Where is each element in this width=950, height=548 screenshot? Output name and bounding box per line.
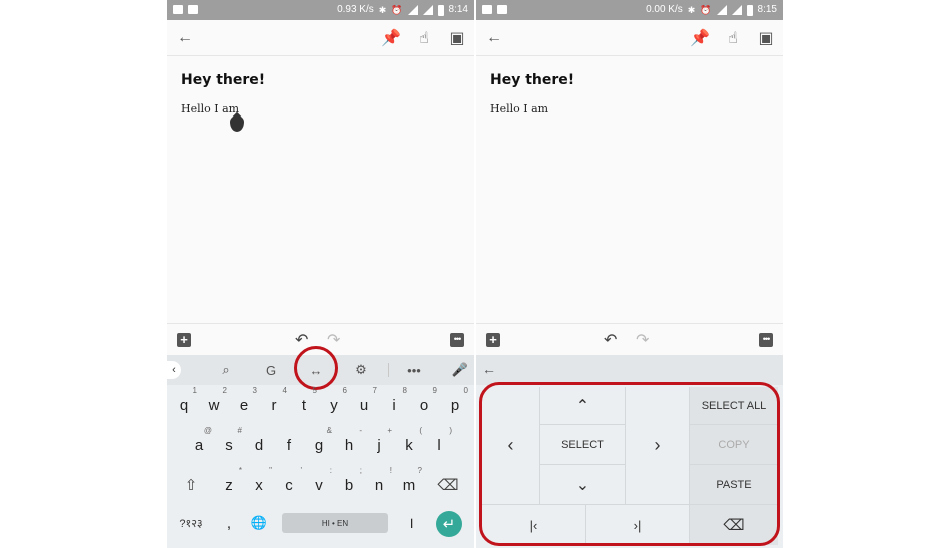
key-c[interactable]: c ' xyxy=(275,466,303,501)
search-icon[interactable]: ⌕ xyxy=(217,361,235,379)
archive-icon[interactable]: ▣ xyxy=(756,28,776,48)
key-v[interactable]: v: xyxy=(305,466,333,501)
network-speed: 0.00 K/s xyxy=(646,4,683,15)
cursor-handle[interactable] xyxy=(230,116,244,132)
key-o[interactable]: o9 xyxy=(410,386,438,421)
network-speed: 0.93 K/s xyxy=(337,4,374,15)
backspace-key-icon[interactable]: ⌫ xyxy=(434,469,462,501)
microphone-icon[interactable]: 🎤 xyxy=(451,361,469,379)
key-y[interactable]: y6 xyxy=(320,386,348,421)
comma-key[interactable]: , xyxy=(215,507,243,539)
reminder-icon[interactable]: ☝ xyxy=(723,28,743,48)
wifi-signal-icon xyxy=(716,5,727,15)
phone-screen-left: 0.93 K/s ✱ ⏰ 8:14 ← 📌 ☝ ▣ Hey there! Hel… xyxy=(167,0,474,548)
reminder-icon[interactable]: ☝ xyxy=(414,28,434,48)
symbols-key[interactable]: ?१२३ xyxy=(173,507,209,539)
shift-key-icon[interactable]: ⇧ xyxy=(177,469,205,501)
key-q[interactable]: q1 xyxy=(170,386,198,421)
clock: 8:15 xyxy=(757,4,777,15)
clock: 8:14 xyxy=(448,4,468,15)
add-icon[interactable]: + xyxy=(177,333,191,347)
key-t[interactable]: t5 xyxy=(290,386,318,421)
highlight-circle xyxy=(294,346,338,390)
settings-gear-icon[interactable]: ⚙ xyxy=(352,361,370,379)
add-icon[interactable]: + xyxy=(486,333,500,347)
back-arrow-icon[interactable]: ← xyxy=(482,361,496,377)
more-options-icon[interactable]: ••• xyxy=(450,333,464,347)
key-h[interactable]: h- xyxy=(335,426,363,461)
gallery-icon xyxy=(497,5,507,14)
globe-icon[interactable]: 🌐 xyxy=(245,507,273,539)
edit-strip: ← xyxy=(476,355,783,385)
status-bar: 0.93 K/s ✱ ⏰ 8:14 xyxy=(167,0,474,20)
archive-icon[interactable]: ▣ xyxy=(447,28,467,48)
key-e[interactable]: e3 xyxy=(230,386,258,421)
image-icon xyxy=(173,5,183,14)
key-m[interactable]: m? xyxy=(395,466,423,501)
gallery-icon xyxy=(188,5,198,14)
note-toolbar: + ↶ ↷ ••• xyxy=(476,323,783,355)
wifi-signal-icon xyxy=(407,5,418,15)
keyboard: ← ‹ ⌃ SELECT ⌄ › SELECT ALL COPY PASTE |… xyxy=(476,355,783,548)
key-x[interactable]: x " xyxy=(245,466,273,501)
key-j[interactable]: j + xyxy=(365,426,393,461)
pin-icon[interactable]: 📌 xyxy=(690,28,710,48)
image-icon xyxy=(482,5,492,14)
translate-icon[interactable]: G xyxy=(262,361,280,379)
back-arrow-icon[interactable]: ← xyxy=(175,28,195,48)
divider xyxy=(388,363,389,377)
key-l[interactable]: l) xyxy=(425,426,453,461)
key-g[interactable]: g & xyxy=(305,426,333,461)
keyboard: ‹ ⌕ G ↔ ⚙ ••• 🎤 q1 w2 e3 r4 t5 y6 u7 i8 … xyxy=(167,346,474,548)
back-arrow-icon[interactable]: ← xyxy=(484,28,504,48)
collapse-strip-icon[interactable]: ‹ xyxy=(167,361,181,379)
bluetooth-icon: ✱ xyxy=(378,5,387,15)
key-w[interactable]: w2 xyxy=(200,386,228,421)
bluetooth-icon: ✱ xyxy=(687,5,696,15)
note-title[interactable]: Hey there! xyxy=(181,72,265,88)
key-d[interactable]: d xyxy=(245,429,273,461)
enter-key-icon[interactable]: ↵ xyxy=(436,511,462,537)
note-body[interactable]: Hello I am xyxy=(490,102,548,115)
key-a[interactable]: a @ xyxy=(185,426,213,461)
key-z[interactable]: z * xyxy=(215,466,243,501)
battery-icon xyxy=(437,4,444,16)
key-u[interactable]: u7 xyxy=(350,386,378,421)
pin-icon[interactable]: 📌 xyxy=(381,28,401,48)
status-bar: 0.00 K/s ✱ ⏰ 8:15 xyxy=(476,0,783,20)
key-s[interactable]: s # xyxy=(215,426,243,461)
alarm-icon: ⏰ xyxy=(700,5,712,15)
note-title[interactable]: Hey there! xyxy=(490,72,574,88)
redo-icon[interactable]: ↷ xyxy=(327,330,340,350)
period-key[interactable]: । xyxy=(397,507,425,539)
app-bar: ← 📌 ☝ ▣ xyxy=(476,20,783,56)
key-p[interactable]: p0 xyxy=(441,386,469,421)
key-b[interactable]: b; xyxy=(335,466,363,501)
key-i[interactable]: i8 xyxy=(380,386,408,421)
cell-signal-icon xyxy=(422,5,433,15)
highlight-frame xyxy=(479,382,780,546)
more-dots-icon[interactable]: ••• xyxy=(405,361,423,379)
alarm-icon: ⏰ xyxy=(391,5,403,15)
undo-icon[interactable]: ↶ xyxy=(604,330,617,350)
note-body[interactable]: Hello I am xyxy=(181,102,239,115)
space-bar[interactable]: HI • EN xyxy=(282,513,388,533)
key-r[interactable]: r4 xyxy=(260,386,288,421)
phone-screen-right: 0.00 K/s ✱ ⏰ 8:15 ← 📌 ☝ ▣ Hey there! Hel… xyxy=(476,0,783,548)
key-k[interactable]: k( xyxy=(395,426,423,461)
redo-icon[interactable]: ↷ xyxy=(636,330,649,350)
app-bar: ← 📌 ☝ ▣ xyxy=(167,20,474,56)
key-f[interactable]: f xyxy=(275,429,303,461)
cell-signal-icon xyxy=(731,5,742,15)
battery-icon xyxy=(746,4,753,16)
key-n[interactable]: n! xyxy=(365,466,393,501)
more-options-icon[interactable]: ••• xyxy=(759,333,773,347)
